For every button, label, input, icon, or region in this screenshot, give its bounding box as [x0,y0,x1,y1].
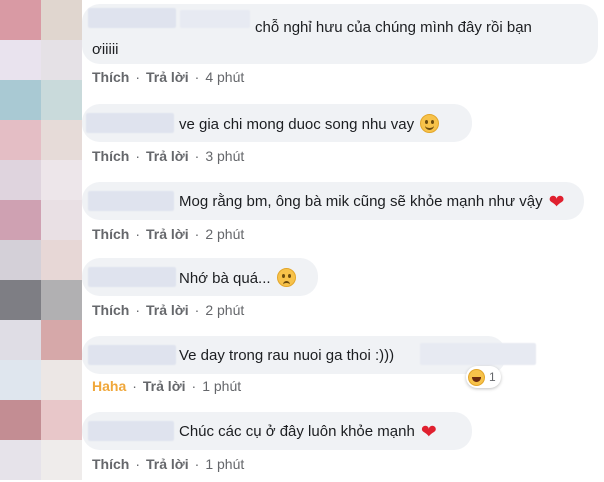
comment-actions: Thích · Trả lời · 4 phút [92,69,245,85]
avatar [0,280,41,320]
avatar [41,160,82,200]
reaction-count-label: 1 [489,370,496,384]
avatar-mosaic [0,0,82,482]
comment-actions: Thích · Trả lời · 1 phút [92,456,245,472]
timestamp[interactable]: 3 phút [205,148,244,164]
timestamp[interactable]: 4 phút [205,69,244,85]
like-button[interactable]: Haha [92,378,126,394]
commenter-name [88,267,176,287]
like-button[interactable]: Thích [92,226,129,242]
reply-button[interactable]: Trả lời [146,456,189,472]
comment-text: ve gia chi mong duoc song nhu vay [179,114,440,134]
avatar [41,320,82,360]
comment-text: Mog rằng bm, ông bà mik cũng sẽ khỏe mạn… [179,192,565,213]
comment-text: Chúc các cụ ở đây luôn khỏe mạnh ❤ [179,422,437,443]
comment-text: Nhớ bà quá... [179,268,296,288]
timestamp[interactable]: 2 phút [205,302,244,318]
comment-actions: Thích · Trả lời · 2 phút [92,302,245,318]
comment-thread: chỗ nghỉ hưu của chúng mình đây rồi bạn … [82,0,604,482]
avatar [41,280,82,320]
timestamp[interactable]: 1 phút [205,456,244,472]
avatar [0,200,41,240]
avatar [41,360,82,400]
commenter-name [88,345,176,365]
avatar [0,360,41,400]
comment-text: Ve day trong rau nuoi ga thoi :))) [179,347,395,364]
avatar [41,200,82,240]
avatar [41,440,82,480]
avatar [0,120,41,160]
sad-face-icon [276,268,296,287]
avatar [41,80,82,120]
avatar [41,400,82,440]
commenter-name [180,10,250,28]
comment-actions: Haha · Trả lời · 1 phút [92,378,242,394]
like-button[interactable]: Thích [92,148,129,164]
reply-button[interactable]: Trả lời [146,302,189,318]
reply-button[interactable]: Trả lời [146,148,189,164]
heart-icon: ❤ [548,192,565,213]
avatar [41,120,82,160]
avatar [0,400,41,440]
avatar [0,0,41,40]
timestamp[interactable]: 2 phút [205,226,244,242]
reaction-count[interactable]: 1 [466,366,501,388]
timestamp[interactable]: 1 phút [202,378,241,394]
avatar [41,0,82,40]
reply-button[interactable]: Trả lời [146,226,189,242]
commenter-name [86,113,174,133]
like-button[interactable]: Thích [92,69,129,85]
like-button[interactable]: Thích [92,456,129,472]
heart-icon: ❤ [420,422,437,443]
avatar [0,440,41,480]
avatar [0,240,41,280]
comment-text: chỗ nghỉ hưu của chúng mình đây rồi bạn [255,19,532,36]
avatar [0,160,41,200]
like-button[interactable]: Thích [92,302,129,318]
avatar [0,320,41,360]
haha-icon [468,368,485,386]
avatar [0,80,41,120]
comment-actions: Thích · Trả lời · 3 phút [92,148,245,164]
commenter-name [88,191,174,211]
comment-text: ơiiiii [92,41,119,58]
slightly-smiling-face-icon [420,114,440,133]
reply-button[interactable]: Trả lời [146,69,189,85]
commenter-name [88,8,176,28]
comment-actions: Thích · Trả lời · 2 phút [92,226,245,242]
reply-button[interactable]: Trả lời [143,378,186,394]
avatar [0,40,41,80]
commenter-name [420,343,536,365]
avatar [41,40,82,80]
avatar [41,240,82,280]
commenter-name [88,421,174,441]
